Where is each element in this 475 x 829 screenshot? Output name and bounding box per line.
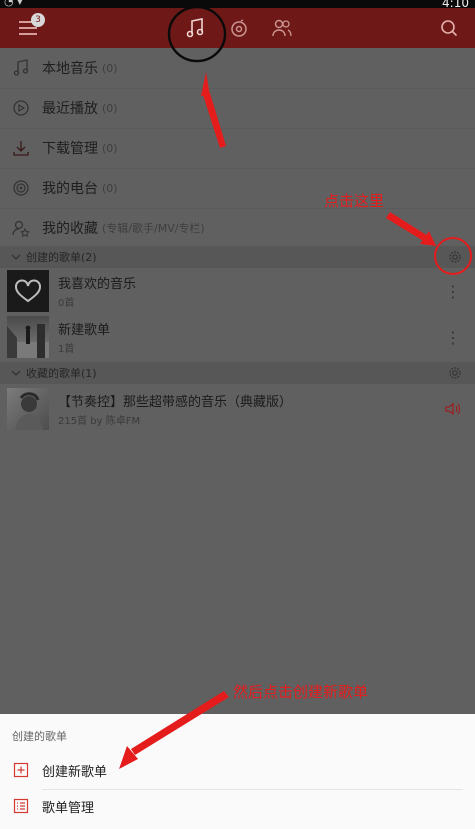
create-playlist-button[interactable]: 创建新歌单: [0, 752, 475, 788]
collected-playlists-header[interactable]: 收藏的歌单(1): [0, 362, 475, 384]
menu-item-count: (0): [102, 141, 118, 155]
cover-image-icon: [7, 324, 49, 358]
music-note-icon: [186, 18, 204, 38]
tab-music[interactable]: [178, 8, 212, 48]
collection-icon: [12, 220, 30, 237]
playlist-row-collected[interactable]: 【节奏控】那些超带感的音乐（典藏版） 215首 by 陈卓FM: [0, 386, 475, 432]
download-icon: [13, 141, 29, 156]
status-bar: ◔ ▾ 4:10: [0, 0, 475, 8]
status-icons: ◔ ▾: [4, 0, 23, 8]
playlist-count: 1首: [58, 344, 75, 355]
created-playlists-header[interactable]: 创建的歌单(2): [0, 246, 475, 268]
chevron-down-icon: [11, 254, 21, 260]
menu-item-label: 我的收藏: [42, 221, 98, 237]
menu-item-collection[interactable]: 我的收藏 (专辑/歌手/MV/专栏): [0, 208, 475, 249]
sheet-item-label: 歌单管理: [42, 800, 95, 816]
playlist-count: 215首 by 陈卓FM: [58, 416, 141, 427]
search-icon: [441, 20, 458, 37]
menu-item-radio[interactable]: 我的电台 (0): [0, 168, 475, 209]
playlist-count: 0首: [58, 298, 75, 309]
chevron-down-icon: [11, 370, 21, 376]
playlist-name: 【节奏控】那些超带感的音乐（典藏版）: [58, 395, 293, 410]
add-box-icon: [13, 762, 29, 778]
menu-item-label: 我的电台: [42, 181, 98, 197]
menu-item-label: 下载管理: [42, 141, 98, 157]
playlist-row-liked[interactable]: 我喜欢的音乐 0首 ⋮: [0, 268, 475, 314]
top-nav-bar: 3: [0, 8, 475, 48]
playlist-name: 新建歌单: [58, 323, 111, 338]
sheet-item-label: 创建新歌单: [42, 764, 108, 780]
menu-item-count: (0): [102, 181, 118, 195]
speaker-icon: [445, 402, 461, 416]
radio-icon: [13, 180, 29, 196]
menu-item-recent-play[interactable]: 最近播放 (0): [0, 88, 475, 129]
music-note-icon: [13, 59, 29, 76]
gear-icon[interactable]: [448, 366, 462, 380]
heart-icon: [15, 279, 41, 303]
menu-item-count: (0): [102, 101, 118, 115]
sheet-title: 创建的歌单: [12, 730, 67, 743]
annotation-click-here: 点击这里: [324, 192, 385, 210]
more-options-icon[interactable]: ⋮: [445, 314, 461, 360]
menu-item-count: (0): [102, 61, 118, 75]
list-manage-icon: [13, 798, 29, 814]
menu-item-count: (专辑/歌手/MV/专栏): [102, 222, 205, 235]
tab-friends[interactable]: [266, 8, 298, 48]
gear-icon[interactable]: [448, 250, 462, 264]
recent-play-icon: [13, 100, 29, 116]
friends-icon: [272, 19, 292, 37]
playlist-cover: [7, 388, 49, 430]
main-content: 本地音乐 (0) 最近播放 (0) 下载管理 (0) 我的电台 (0) 我的收藏…: [0, 48, 475, 714]
playlist-row-new[interactable]: 新建歌单 1首 ⋮: [0, 314, 475, 360]
menu-item-label: 本地音乐: [42, 61, 98, 77]
search-button[interactable]: [434, 8, 464, 48]
menu-item-label: 最近播放: [42, 101, 98, 117]
netease-logo-icon: [231, 19, 247, 37]
bottom-sheet: 创建的歌单 创建新歌单 歌单管理: [0, 714, 475, 829]
status-time: 4:10: [442, 0, 469, 8]
tab-discover[interactable]: [224, 8, 254, 48]
menu-item-download[interactable]: 下载管理 (0): [0, 128, 475, 169]
notification-badge: 3: [31, 13, 45, 27]
section-label: 创建的歌单(2): [26, 251, 97, 264]
menu-item-local-music[interactable]: 本地音乐 (0): [0, 48, 475, 89]
playlist-cover: [7, 270, 49, 312]
more-options-icon[interactable]: ⋮: [445, 268, 461, 314]
playlist-cover: [7, 316, 49, 358]
now-playing-indicator: [445, 386, 461, 432]
annotation-then-click: 然后点击创建新歌单: [233, 683, 369, 701]
section-label: 收藏的歌单(1): [26, 367, 97, 380]
playlist-name: 我喜欢的音乐: [58, 277, 137, 292]
manage-playlists-button[interactable]: 歌单管理: [0, 788, 475, 824]
cover-image-icon: [15, 392, 43, 430]
